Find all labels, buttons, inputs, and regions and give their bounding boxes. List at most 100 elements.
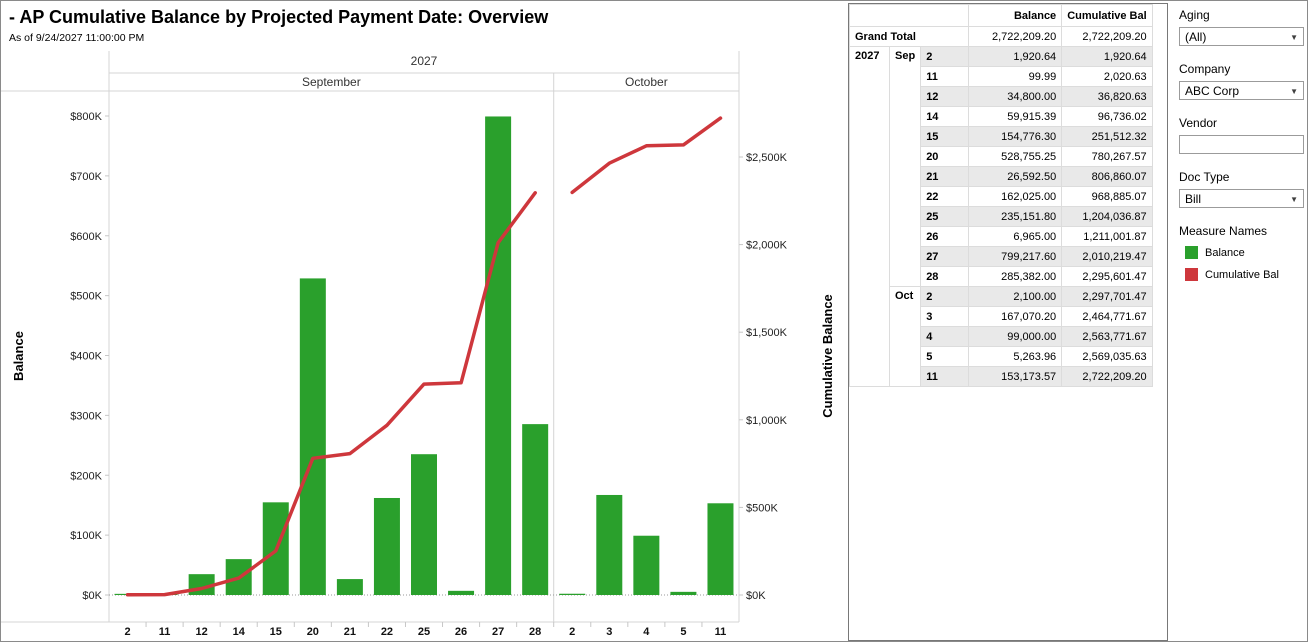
legend-item-label: Balance xyxy=(1205,247,1245,259)
day-cell[interactable]: 2 xyxy=(921,287,969,307)
chevron-down-icon: ▼ xyxy=(1290,87,1298,96)
cumulative-cell[interactable]: 968,885.07 xyxy=(1062,187,1152,207)
balance-bar[interactable] xyxy=(411,454,437,595)
legend-item[interactable]: Balance xyxy=(1185,246,1302,259)
balance-cell[interactable]: 1,920.64 xyxy=(969,47,1062,67)
day-cell[interactable]: 27 xyxy=(921,247,969,267)
day-cell[interactable]: 11 xyxy=(921,367,969,387)
cumulative-cell[interactable]: 2,010,219.47 xyxy=(1062,247,1152,267)
day-cell[interactable]: 21 xyxy=(921,167,969,187)
balance-cell[interactable]: 99,000.00 xyxy=(969,327,1062,347)
balance-bar[interactable] xyxy=(485,116,511,595)
month-cell[interactable]: Sep xyxy=(890,47,921,287)
left-axis-tick-label: $500K xyxy=(70,291,102,303)
balance-bar[interactable] xyxy=(559,594,585,595)
month-cell[interactable]: Oct xyxy=(890,287,921,387)
x-tick-label: 21 xyxy=(344,626,356,638)
day-cell[interactable]: 28 xyxy=(921,267,969,287)
chevron-down-icon: ▼ xyxy=(1290,33,1298,42)
balance-cell[interactable]: 154,776.30 xyxy=(969,127,1062,147)
x-tick-label: 4 xyxy=(643,626,650,638)
grand-total-cumulative[interactable]: 2,722,209.20 xyxy=(1062,27,1152,47)
balance-table: Balance Cumulative Bal Grand Total 2,722… xyxy=(849,4,1153,387)
balance-cell[interactable]: 162,025.00 xyxy=(969,187,1062,207)
legend-title: Measure Names xyxy=(1179,224,1302,238)
balance-bar[interactable] xyxy=(633,536,659,595)
day-cell[interactable]: 22 xyxy=(921,187,969,207)
balance-bar[interactable] xyxy=(300,278,326,595)
doc-type-dropdown[interactable]: Bill ▼ xyxy=(1179,189,1304,208)
cumulative-cell[interactable]: 251,512.32 xyxy=(1062,127,1152,147)
cumulative-cell[interactable]: 96,736.02 xyxy=(1062,107,1152,127)
balance-cell[interactable]: 285,382.00 xyxy=(969,267,1062,287)
balance-cell[interactable]: 235,151.80 xyxy=(969,207,1062,227)
cumulative-line[interactable] xyxy=(572,118,720,192)
cumulative-cell[interactable]: 2,569,035.63 xyxy=(1062,347,1152,367)
balance-bar[interactable] xyxy=(707,503,733,595)
chevron-down-icon: ▼ xyxy=(1290,195,1298,204)
balance-bar[interactable] xyxy=(374,498,400,595)
balance-cell[interactable]: 799,217.60 xyxy=(969,247,1062,267)
legend-item[interactable]: Cumulative Bal xyxy=(1185,268,1302,281)
day-cell[interactable]: 4 xyxy=(921,327,969,347)
balance-cell[interactable]: 528,755.25 xyxy=(969,147,1062,167)
cumulative-cell[interactable]: 2,722,209.20 xyxy=(1062,367,1152,387)
balance-bar[interactable] xyxy=(337,579,363,595)
left-axis-tick-label: $600K xyxy=(70,231,102,243)
day-cell[interactable]: 26 xyxy=(921,227,969,247)
cumulative-cell[interactable]: 1,920.64 xyxy=(1062,47,1152,67)
cumulative-cell[interactable]: 2,563,771.67 xyxy=(1062,327,1152,347)
balance-bar[interactable] xyxy=(522,424,548,595)
day-cell[interactable]: 12 xyxy=(921,87,969,107)
balance-cell[interactable]: 59,915.39 xyxy=(969,107,1062,127)
right-axis-tick-label: $1,500K xyxy=(746,327,788,339)
day-cell[interactable]: 15 xyxy=(921,127,969,147)
cumulative-cell[interactable]: 1,211,001.87 xyxy=(1062,227,1152,247)
day-cell[interactable]: 5 xyxy=(921,347,969,367)
cumulative-cell[interactable]: 2,297,701.47 xyxy=(1062,287,1152,307)
year-cell[interactable]: 2027 xyxy=(850,47,890,387)
cumulative-cell[interactable]: 2,020.63 xyxy=(1062,67,1152,87)
balance-cell[interactable]: 6,965.00 xyxy=(969,227,1062,247)
chart-panel: - AP Cumulative Balance by Projected Pay… xyxy=(1,1,846,642)
summary-table-panel: Balance Cumulative Bal Grand Total 2,722… xyxy=(848,3,1168,641)
x-tick-label: 5 xyxy=(680,626,686,638)
day-cell[interactable]: 25 xyxy=(921,207,969,227)
balance-cell[interactable]: 2,100.00 xyxy=(969,287,1062,307)
balance-bar[interactable] xyxy=(448,591,474,595)
balance-cell[interactable]: 153,173.57 xyxy=(969,367,1062,387)
filter-company-label: Company xyxy=(1179,62,1302,76)
cumulative-cell[interactable]: 1,204,036.87 xyxy=(1062,207,1152,227)
column-header-balance[interactable]: Balance xyxy=(969,5,1062,27)
balance-cell[interactable]: 167,070.20 xyxy=(969,307,1062,327)
grand-total-balance[interactable]: 2,722,209.20 xyxy=(969,27,1062,47)
balance-bar[interactable] xyxy=(670,592,696,595)
cumulative-cell[interactable]: 2,295,601.47 xyxy=(1062,267,1152,287)
cumulative-cell[interactable]: 806,860.07 xyxy=(1062,167,1152,187)
column-header-cumulative[interactable]: Cumulative Bal xyxy=(1062,5,1152,27)
left-axis-tick-label: $400K xyxy=(70,351,102,363)
balance-cell[interactable]: 99.99 xyxy=(969,67,1062,87)
right-axis-tick-label: $500K xyxy=(746,502,778,514)
cumulative-line[interactable] xyxy=(128,193,536,595)
day-cell[interactable]: 2 xyxy=(921,47,969,67)
company-dropdown[interactable]: ABC Corp ▼ xyxy=(1179,81,1304,100)
day-cell[interactable]: 20 xyxy=(921,147,969,167)
right-axis-tick-label: $2,000K xyxy=(746,240,788,252)
day-cell[interactable]: 3 xyxy=(921,307,969,327)
balance-cell[interactable]: 34,800.00 xyxy=(969,87,1062,107)
cumulative-cell[interactable]: 2,464,771.67 xyxy=(1062,307,1152,327)
day-cell[interactable]: 11 xyxy=(921,67,969,87)
cumulative-cell[interactable]: 36,820.63 xyxy=(1062,87,1152,107)
left-axis-tick-label: $0K xyxy=(82,590,102,602)
balance-cell[interactable]: 5,263.96 xyxy=(969,347,1062,367)
legend-item-label: Cumulative Bal xyxy=(1205,269,1279,281)
vendor-input[interactable] xyxy=(1179,135,1304,154)
day-cell[interactable]: 14 xyxy=(921,107,969,127)
company-selected-value: ABC Corp xyxy=(1185,84,1239,98)
cumulative-cell[interactable]: 780,267.57 xyxy=(1062,147,1152,167)
aging-dropdown[interactable]: (All) ▼ xyxy=(1179,27,1304,46)
balance-cell[interactable]: 26,592.50 xyxy=(969,167,1062,187)
left-axis-tick-label: $800K xyxy=(70,111,102,123)
balance-bar[interactable] xyxy=(596,495,622,595)
